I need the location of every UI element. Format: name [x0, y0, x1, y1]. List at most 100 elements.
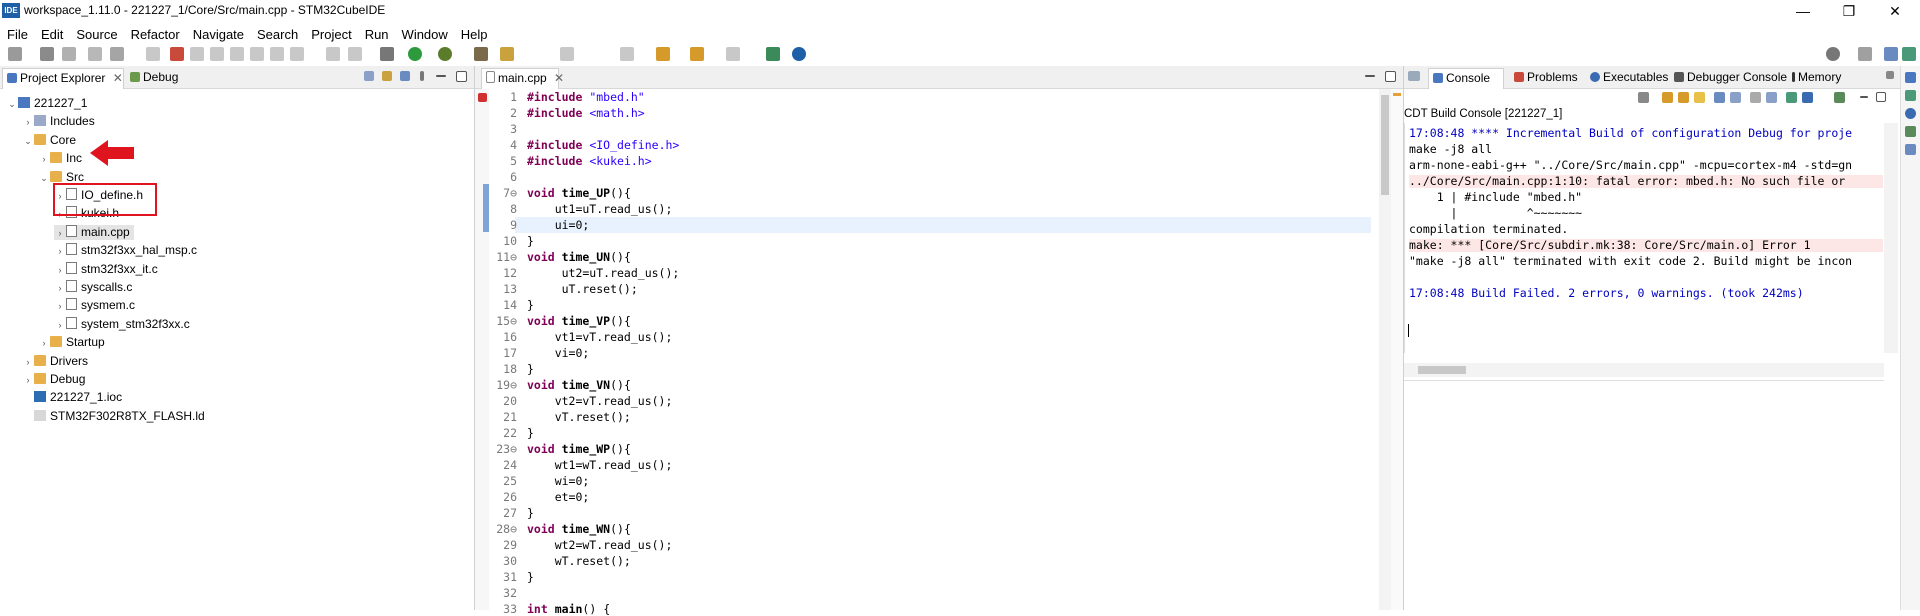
tab-executables[interactable]: Executables	[1586, 68, 1674, 88]
expand-toggle-icon[interactable]: ›	[38, 152, 50, 167]
overview-marker[interactable]	[1393, 93, 1401, 96]
suspend-icon[interactable]	[210, 47, 224, 61]
minimize-editor-icon[interactable]	[1365, 75, 1375, 77]
next-error-icon[interactable]	[1662, 92, 1673, 103]
menu-source[interactable]: Source	[69, 24, 123, 42]
menu-refactor[interactable]: Refactor	[124, 24, 186, 42]
search-tool-icon[interactable]	[500, 47, 514, 61]
copy-icon[interactable]	[1750, 92, 1761, 103]
search-icon[interactable]	[1826, 47, 1840, 61]
disconnect-icon[interactable]	[250, 47, 264, 61]
tab-problems[interactable]: Problems	[1510, 68, 1586, 88]
menu-window[interactable]: Window	[395, 24, 454, 42]
close-icon[interactable]: ✕	[113, 71, 123, 85]
tree-item[interactable]: 221227_1.ioc	[22, 390, 122, 405]
tree-item[interactable]: ⌄ Core	[22, 133, 76, 148]
tree-item[interactable]: › system_stm32f3xx.c	[54, 316, 190, 332]
scrollbar-thumb[interactable]	[1381, 95, 1389, 195]
code-editor[interactable]: 1 #include "mbed.h" 2 #include <math.h> 3 4 #i…	[489, 91, 1379, 616]
restore-button[interactable]: ❐	[1826, 0, 1872, 22]
step-into-icon[interactable]	[270, 47, 284, 61]
expand-toggle-icon[interactable]: ⌄	[6, 97, 18, 112]
tree-item[interactable]: › stm32f3xx_hal_msp.c	[54, 243, 197, 258]
console-vscrollbar[interactable]	[1884, 123, 1898, 353]
terminate-icon[interactable]	[170, 47, 184, 61]
trim-outline-icon[interactable]	[1905, 90, 1916, 101]
print-icon[interactable]	[88, 47, 102, 61]
menu-navigate[interactable]: Navigate	[186, 24, 250, 42]
prev-error-icon[interactable]	[1678, 92, 1689, 103]
console-hscroll-thumb[interactable]	[1418, 366, 1466, 374]
tab-main-cpp[interactable]: main.cpp ✕	[481, 68, 564, 89]
menu-help[interactable]: Help	[454, 24, 494, 42]
expand-toggle-icon[interactable]: ›	[54, 226, 66, 241]
view-menu-icon[interactable]	[420, 71, 424, 81]
close-icon[interactable]: ✕	[554, 71, 564, 85]
expand-toggle-icon[interactable]: ⌄	[22, 134, 34, 149]
run-icon[interactable]	[408, 47, 422, 61]
skip-breakpoints-icon[interactable]	[146, 47, 160, 61]
save-icon[interactable]	[40, 47, 54, 61]
restart-icon[interactable]	[348, 47, 362, 61]
new-console-icon[interactable]	[1834, 92, 1845, 103]
step-over-icon[interactable]	[290, 47, 304, 61]
resume-icon[interactable]	[190, 47, 204, 61]
tab-debugger-console[interactable]: Debugger Console	[1670, 68, 1788, 88]
tab-console[interactable]: Console	[1428, 68, 1504, 89]
tree-item[interactable]: STM32F302R8TX_FLASH.ld	[22, 409, 205, 424]
tab-debug[interactable]: Debug	[126, 68, 196, 88]
tree-item[interactable]: › Inc	[38, 151, 83, 167]
word-wrap-icon[interactable]	[1714, 92, 1725, 103]
clear-console-icon[interactable]	[1638, 92, 1649, 103]
pin-console-icon[interactable]	[1786, 92, 1797, 103]
minimize-button[interactable]: —	[1780, 0, 1826, 22]
expand-toggle-icon[interactable]: ›	[22, 373, 34, 388]
new-icon[interactable]	[8, 47, 22, 61]
display-selected-icon[interactable]	[1766, 92, 1777, 103]
filter-icon[interactable]	[400, 71, 410, 81]
minimize-view-icon[interactable]	[436, 75, 446, 77]
link-editor-icon[interactable]	[382, 71, 392, 81]
open-perspective-icon[interactable]	[766, 47, 780, 61]
tree-item[interactable]: › main.cpp	[54, 224, 134, 241]
cpp-perspective-icon[interactable]	[1884, 47, 1898, 61]
forward-icon[interactable]	[726, 47, 740, 61]
trim-static-stack-icon[interactable]	[1905, 126, 1916, 137]
menu-search[interactable]: Search	[250, 24, 304, 42]
open-console-icon[interactable]	[1802, 92, 1813, 103]
expand-toggle-icon[interactable]: ›	[54, 299, 66, 314]
tree-item[interactable]: › Drivers	[22, 354, 89, 369]
expand-toggle-icon[interactable]: ›	[54, 281, 66, 296]
trim-registers-icon[interactable]	[1905, 144, 1916, 155]
prev-annotation-icon[interactable]	[620, 47, 634, 61]
menu-file[interactable]: File	[0, 24, 34, 42]
save-all-icon[interactable]	[62, 47, 76, 61]
error-marker-icon[interactable]	[478, 93, 487, 102]
menu-run[interactable]: Run	[358, 24, 395, 42]
collapse-all-icon[interactable]	[364, 71, 374, 81]
debug-perspective-icon[interactable]	[1902, 47, 1916, 61]
trim-build-analyzer-icon[interactable]	[1905, 108, 1916, 119]
more-tabs-icon[interactable]	[1886, 71, 1894, 79]
open-type-icon[interactable]	[474, 47, 488, 61]
info-icon[interactable]	[792, 47, 806, 61]
editor-scrollbar[interactable]	[1379, 89, 1391, 610]
last-edit-icon[interactable]	[656, 47, 670, 61]
maximize-editor-icon[interactable]	[1385, 71, 1396, 82]
expand-toggle-icon[interactable]: ⌄	[38, 171, 50, 186]
tree-item[interactable]: › sysmem.c	[54, 298, 135, 313]
console-output[interactable]: 17:08:48 **** Incremental Build of confi…	[1404, 123, 1885, 353]
restore-view-icon[interactable]	[1408, 71, 1420, 81]
back-icon[interactable]	[690, 47, 704, 61]
next-annotation-icon[interactable]	[560, 47, 574, 61]
perspective-icon[interactable]	[1858, 47, 1872, 61]
tree-item[interactable]: › stm32f3xx_it.c	[54, 261, 158, 277]
menu-edit[interactable]: Edit	[34, 24, 69, 42]
tab-project-explorer[interactable]: Project Explorer ✕	[2, 68, 124, 89]
trim-console-icon[interactable]	[1905, 72, 1916, 83]
debug-config-icon[interactable]	[380, 47, 394, 61]
maximize-console-icon[interactable]	[1876, 92, 1886, 102]
tree-item[interactable]: › Debug	[22, 372, 86, 388]
console-hscrollbar[interactable]	[1404, 363, 1884, 377]
tree-item[interactable]: › Includes	[22, 114, 95, 129]
